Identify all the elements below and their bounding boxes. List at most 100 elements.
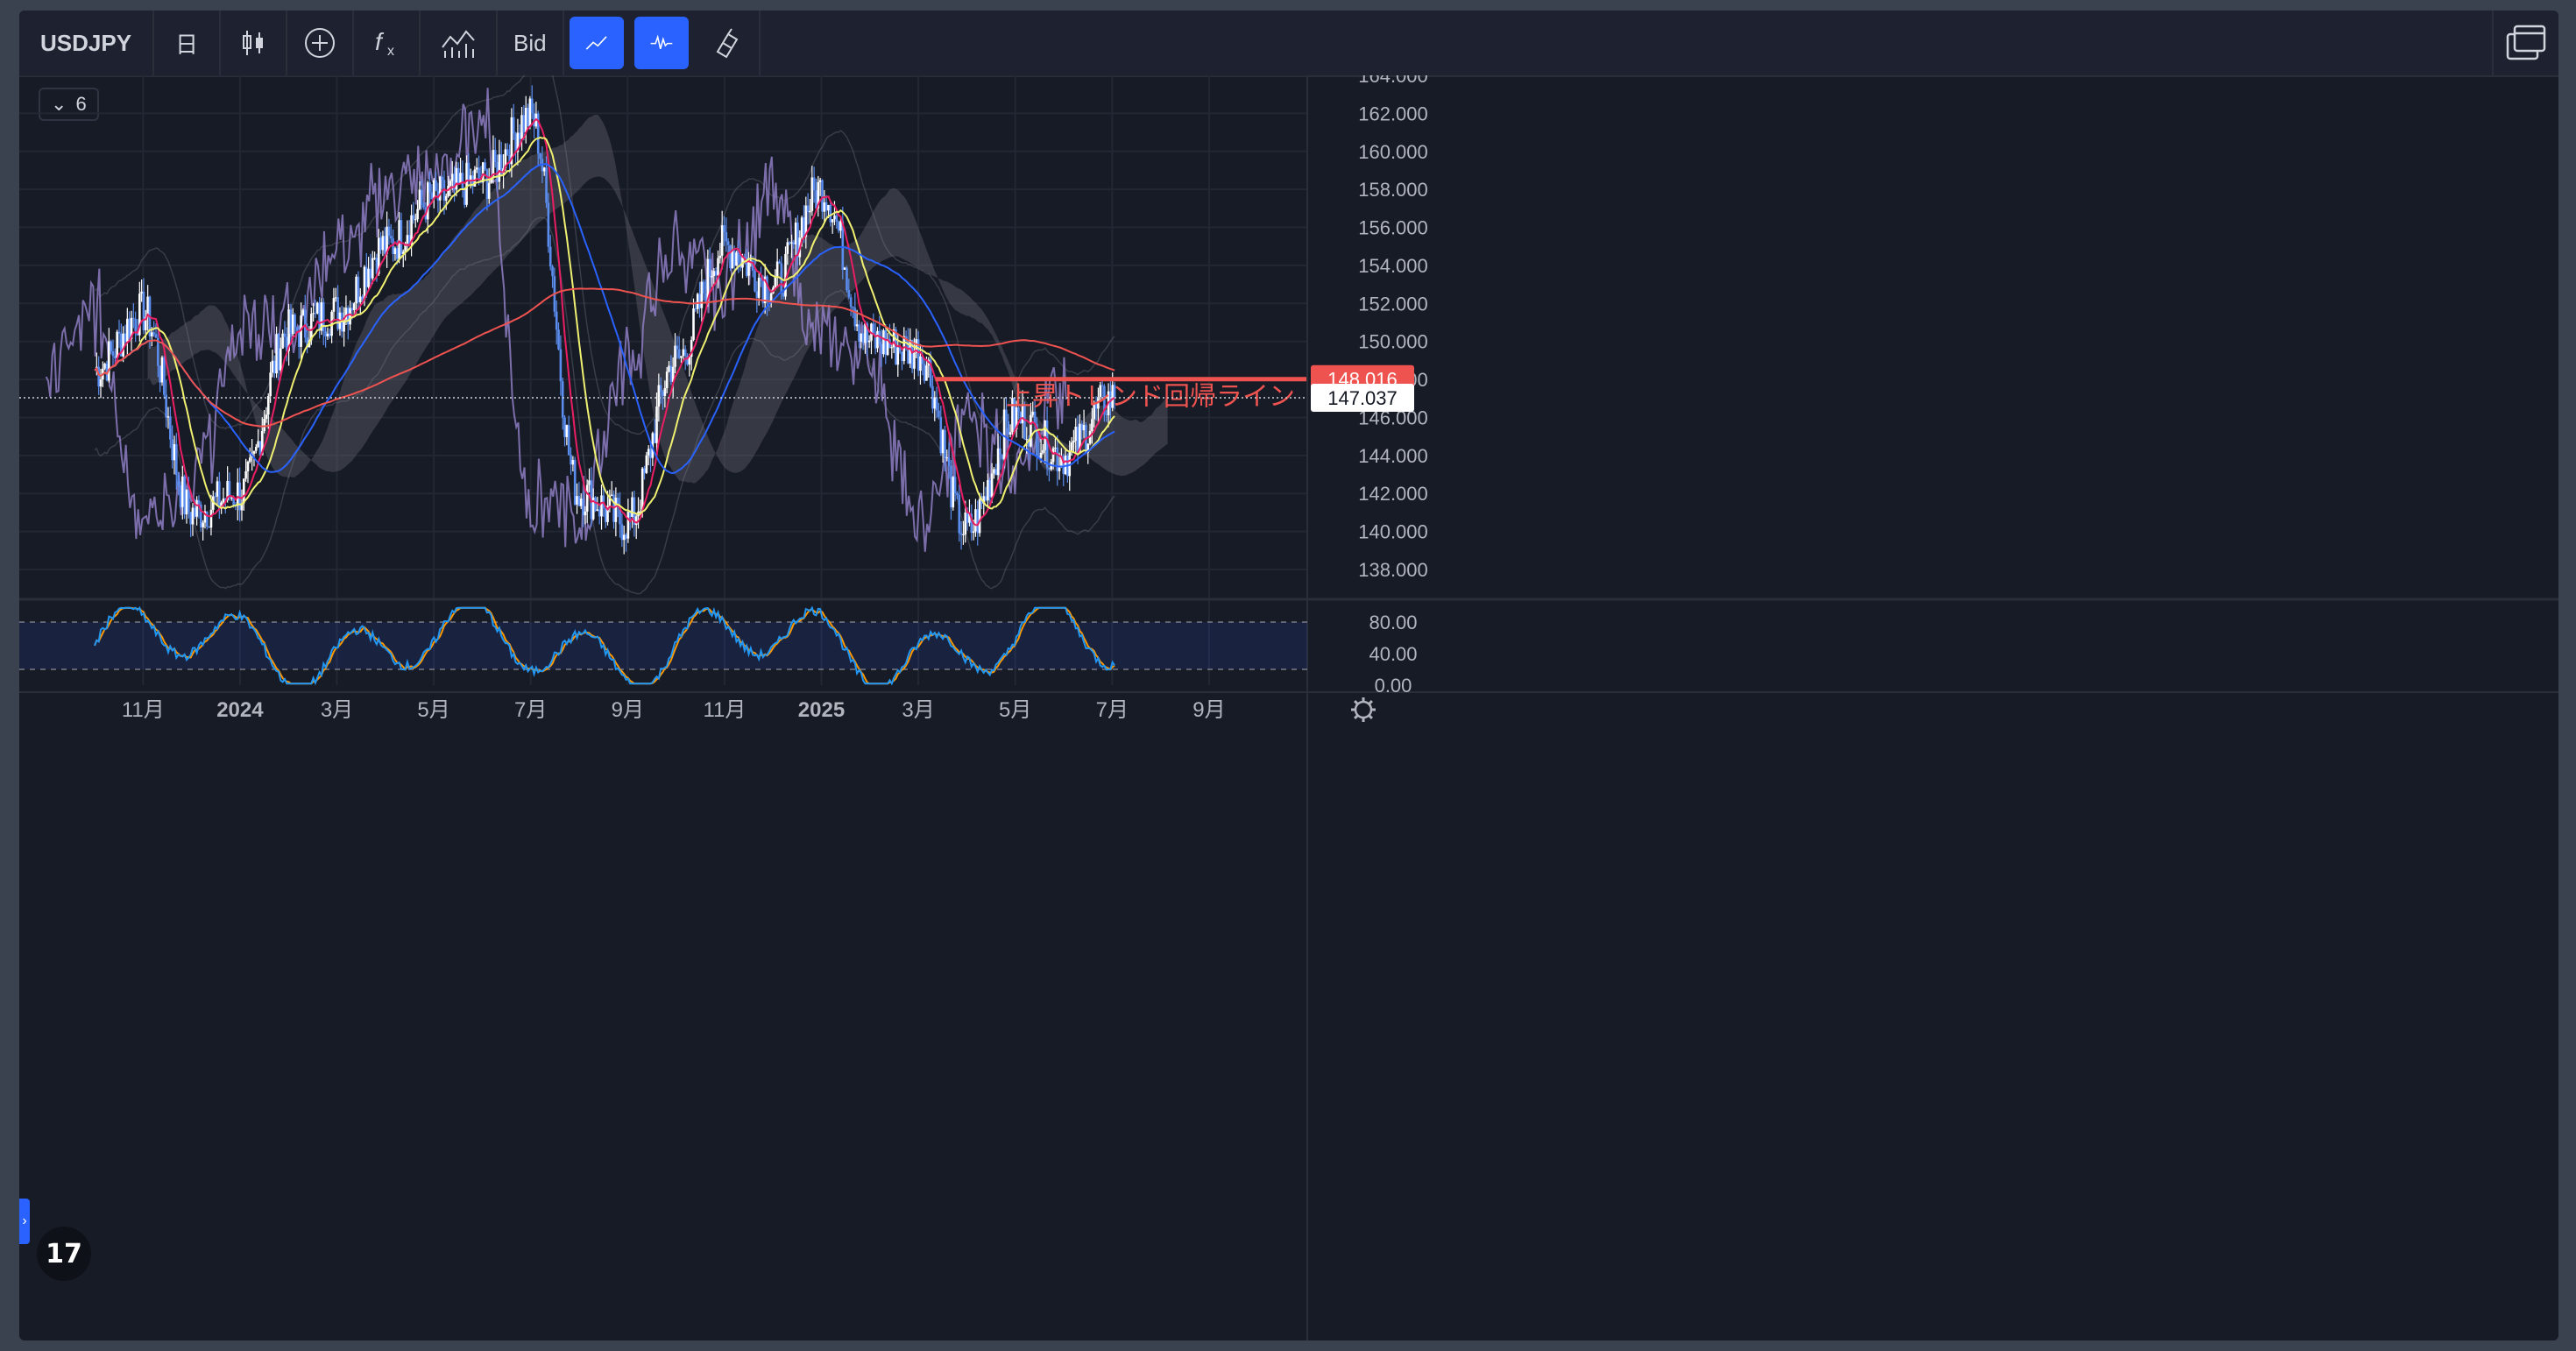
templates-button[interactable] <box>421 11 499 75</box>
candle-body <box>925 365 928 381</box>
current-price-label: 147.037 <box>1327 387 1398 409</box>
candle-body <box>657 385 661 407</box>
candle-body <box>810 177 814 211</box>
candle-body <box>195 499 198 517</box>
candle-body <box>831 219 834 223</box>
price-chart[interactable]: 上昇トレンド回帰ライン 164.000162.000160.000158.000… <box>19 75 2558 1340</box>
candle-body <box>140 291 143 294</box>
time-tick-label: 3月 <box>321 698 353 722</box>
candle-body <box>647 449 650 456</box>
candle-body <box>279 348 282 371</box>
candle-body <box>919 356 922 371</box>
candle-body <box>665 371 669 389</box>
tradingview-logo[interactable]: 17 <box>37 1227 91 1281</box>
candle-body <box>833 215 836 220</box>
settings-gear-icon[interactable] <box>1354 700 1373 719</box>
candle-body <box>846 267 848 291</box>
candle-body <box>539 153 541 159</box>
gear-tooth <box>1354 715 1358 719</box>
indicators-button[interactable]: f x <box>354 11 421 75</box>
time-tick-label: 3月 <box>902 698 934 722</box>
compare-button[interactable] <box>287 11 355 75</box>
candle-body <box>275 334 278 374</box>
candle-body <box>579 499 583 506</box>
candle-body <box>596 509 599 511</box>
candle-body <box>185 490 188 515</box>
candle-body <box>551 266 554 277</box>
symbol-button[interactable]: USDJPY <box>19 11 155 75</box>
candle-body <box>175 443 178 475</box>
side-panel-toggle[interactable]: › <box>19 1199 30 1244</box>
candle-body <box>387 226 391 237</box>
candle-body <box>676 345 679 350</box>
price-tick-label: 160.000 <box>1358 141 1428 163</box>
candle-body <box>778 261 781 264</box>
candle-body <box>843 267 846 270</box>
candle-body <box>485 169 489 199</box>
candle-body <box>1048 467 1051 470</box>
candle-body <box>450 173 454 181</box>
candle-body <box>662 392 664 396</box>
price-type-button[interactable]: Bid <box>498 11 564 75</box>
candle-body <box>821 180 824 212</box>
time-tick-label: 5月 <box>999 698 1031 722</box>
candle-body <box>976 509 980 534</box>
candle-body <box>1072 441 1075 442</box>
candle-body <box>315 302 319 314</box>
candle-body <box>122 333 124 357</box>
candle-body <box>939 417 943 454</box>
candle-body <box>369 268 372 279</box>
candle-body <box>222 499 225 503</box>
candle-body <box>328 333 331 336</box>
layout-button[interactable] <box>2492 11 2558 75</box>
candle-body <box>712 271 716 276</box>
candle-body <box>860 333 863 342</box>
price-tick-label: 164.000 <box>1358 75 1428 87</box>
candle-body <box>114 356 117 358</box>
candle-body <box>827 204 830 211</box>
candle-body <box>422 204 425 208</box>
candle-body <box>935 397 938 411</box>
candle-body <box>151 332 153 337</box>
trend-line-button[interactable] <box>569 17 624 69</box>
pulse-icon <box>650 34 673 50</box>
candle-body <box>352 303 356 311</box>
chart-type-button[interactable] <box>221 11 288 75</box>
candle-body <box>181 476 184 507</box>
interval-button[interactable]: 日 <box>154 11 222 75</box>
candle-body <box>398 220 400 259</box>
candle-body <box>183 476 186 515</box>
candle-body <box>947 457 951 466</box>
candle-body <box>682 349 685 357</box>
price-tick-label: 156.000 <box>1358 217 1428 239</box>
candle-body <box>698 294 701 308</box>
candle-body <box>861 333 865 343</box>
candle-body <box>610 494 613 496</box>
candle-body <box>809 210 811 213</box>
candle-body <box>858 324 860 342</box>
candle-body <box>367 268 370 287</box>
candle-body <box>116 331 118 358</box>
candle-body <box>849 297 853 308</box>
brush-button[interactable] <box>694 11 761 75</box>
candle-body <box>994 469 998 476</box>
time-tick-label: 2025 <box>798 698 845 722</box>
price-tick-label: 154.000 <box>1358 255 1428 277</box>
candle-body <box>358 296 362 303</box>
candle-body <box>441 176 443 180</box>
osc-tick-label: 0.00 <box>1375 675 1412 697</box>
candle-body <box>248 457 251 462</box>
candle-body <box>598 509 601 517</box>
candle-body <box>289 309 293 334</box>
candle-body <box>303 309 307 338</box>
pulse-button[interactable] <box>633 17 689 69</box>
candle-body <box>867 340 871 343</box>
candle-body <box>332 298 336 312</box>
candle-body <box>355 276 357 304</box>
candle-body <box>252 450 256 454</box>
candle-body <box>301 309 305 316</box>
candle-body <box>379 237 382 251</box>
trend-line-icon <box>585 36 607 50</box>
candle-body <box>729 244 732 269</box>
candle-body <box>548 246 552 267</box>
